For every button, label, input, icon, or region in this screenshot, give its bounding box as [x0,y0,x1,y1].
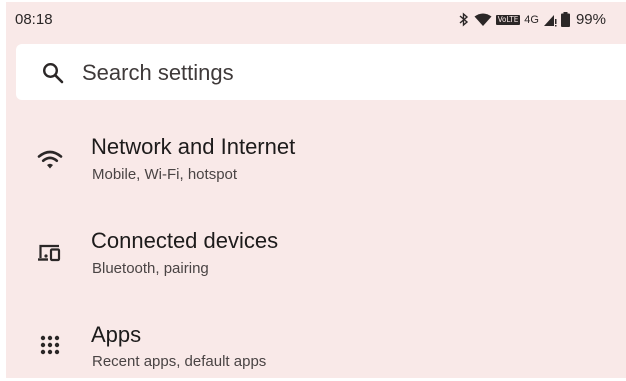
battery-icon [560,12,570,27]
setting-title: Apps [91,322,142,347]
settings-screen: 08:18 VoLTE 4G 99% Search settings Netwo… [6,2,626,378]
setting-title: Network and Internet [91,134,296,159]
wifi-icon [36,146,64,174]
setting-item-network[interactable]: Network and Internet Mobile, Wi-Fi, hots… [6,110,626,202]
search-icon [42,62,64,89]
status-icons: VoLTE 4G 99% [458,11,606,28]
connected-devices-icon [36,239,64,267]
battery-percent: 99% [575,11,606,28]
wifi-icon [474,13,492,27]
status-time: 08:18 [15,11,53,28]
search-bar[interactable]: Search settings [16,44,626,100]
setting-subtitle: Recent apps, default apps [92,353,267,370]
search-input[interactable]: Search settings [82,60,234,86]
setting-item-apps[interactable]: Apps Recent apps, default apps [6,298,626,378]
signal-icon [543,13,557,27]
apps-grid-icon [36,331,64,359]
setting-item-connected-devices[interactable]: Connected devices Bluetooth, pairing [6,204,626,296]
setting-subtitle: Mobile, Wi-Fi, hotspot [92,166,238,183]
bluetooth-icon [458,12,470,27]
volte-icon: VoLTE [495,14,521,25]
network-type-label: 4G [524,13,539,26]
setting-subtitle: Bluetooth, pairing [92,260,209,277]
setting-title: Connected devices [91,228,279,253]
status-bar: 08:18 VoLTE 4G 99% [6,2,626,38]
